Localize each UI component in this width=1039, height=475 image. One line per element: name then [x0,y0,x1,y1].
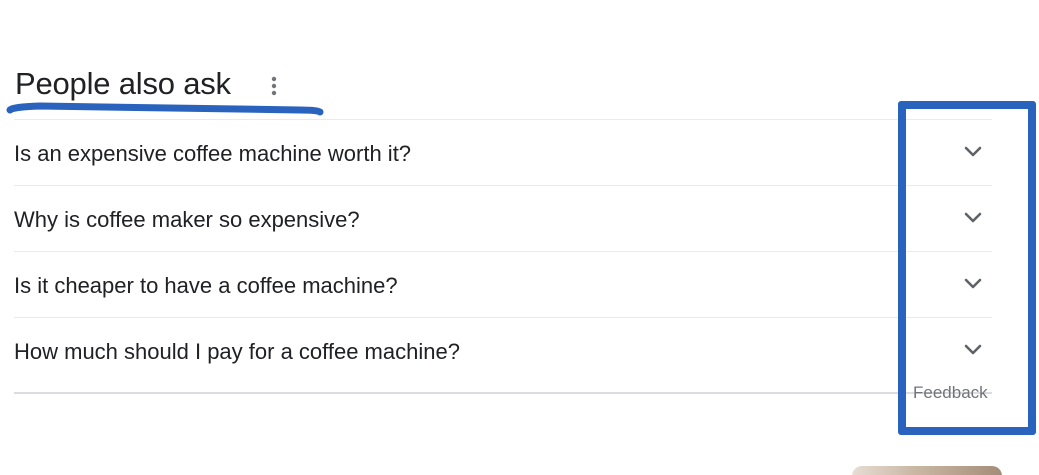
question-text: Is it cheaper to have a coffee machine? [14,273,398,298]
chevron-down-icon[interactable] [963,276,983,292]
chevron-down-icon[interactable] [963,210,983,226]
feedback-link[interactable]: Feedback [913,383,988,403]
question-row[interactable]: Is it cheaper to have a coffee machine? [14,251,992,317]
chevron-down-icon[interactable] [963,342,983,358]
chevron-down-icon[interactable] [963,144,983,160]
question-row[interactable]: How much should I pay for a coffee machi… [14,317,992,383]
section-divider [14,392,992,394]
questions-list: Is an expensive coffee machine worth it?… [14,119,992,383]
question-text: Why is coffee maker so expensive? [14,207,360,232]
result-thumbnail[interactable] [852,466,1002,475]
question-row[interactable]: Is an expensive coffee machine worth it? [14,119,992,185]
more-vert-icon[interactable] [266,74,282,98]
section-title: People also ask [15,66,231,101]
question-text: Is an expensive coffee machine worth it? [14,141,412,166]
question-text: How much should I pay for a coffee machi… [14,339,460,364]
title-underline-annotation [6,102,324,116]
question-row[interactable]: Why is coffee maker so expensive? [14,185,992,251]
